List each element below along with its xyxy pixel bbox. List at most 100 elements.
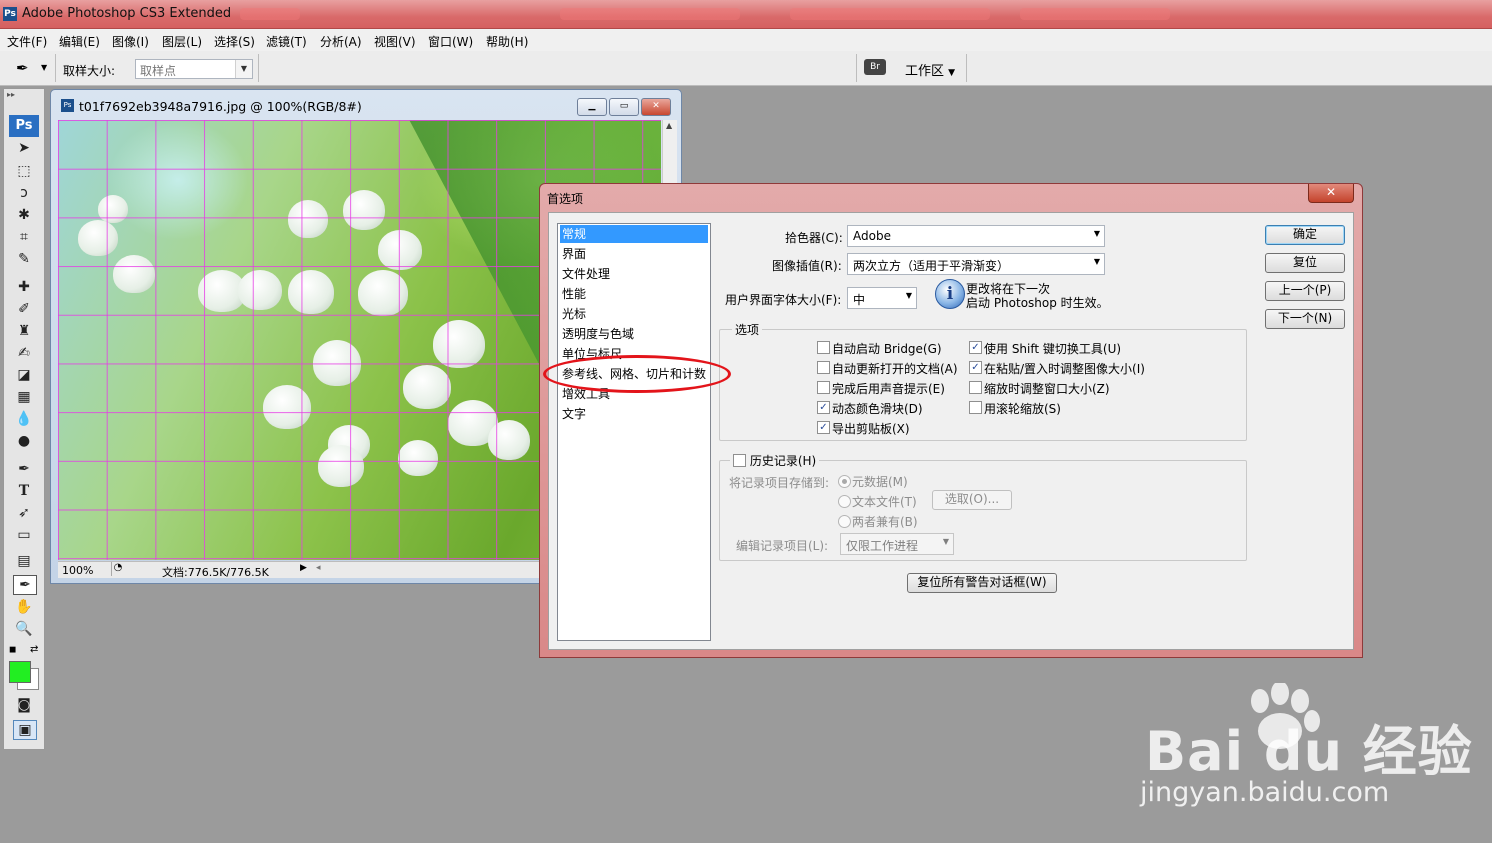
ui-font-note-line2: 启动 Photoshop 时生效。	[966, 296, 1109, 310]
auto-update-docs-checkbox[interactable]	[817, 361, 830, 374]
history-brush-tool-icon[interactable]: ✍	[13, 344, 35, 362]
slice-tool-icon[interactable]: ✎	[13, 250, 35, 268]
sample-size-select[interactable]: 取样点 ▼	[135, 59, 253, 79]
category-interface[interactable]: 界面	[560, 245, 708, 263]
dialog-close-button[interactable]: ✕	[1308, 184, 1354, 203]
foreground-color-swatch[interactable]	[9, 661, 31, 683]
brush-tool-icon[interactable]: ✐	[13, 300, 35, 318]
category-cursors[interactable]: 光标	[560, 305, 708, 323]
swap-colors-icon[interactable]: ⇄	[30, 644, 38, 655]
resize-on-paste-checkbox[interactable]: ✓	[969, 361, 982, 374]
blurred-taskbar-item	[1020, 8, 1170, 20]
pen-tool-icon[interactable]: ✒	[13, 460, 35, 478]
tool-preset-chevron-down-icon[interactable]: ▼	[41, 63, 47, 72]
healing-brush-tool-icon[interactable]: ✚	[13, 278, 35, 296]
auto-launch-bridge-checkbox[interactable]	[817, 341, 830, 354]
blur-tool-icon[interactable]: 💧	[13, 410, 35, 428]
clone-stamp-tool-icon[interactable]: ♜	[13, 322, 35, 340]
status-popup-icon[interactable]: ◔	[111, 562, 124, 576]
export-clipboard-checkbox[interactable]: ✓	[817, 421, 830, 434]
ok-button[interactable]: 确定	[1265, 225, 1345, 245]
dynamic-color-sliders-checkbox[interactable]: ✓	[817, 401, 830, 414]
eyedropper-tool-icon[interactable]: ✒	[13, 575, 37, 595]
metadata-radio[interactable]	[838, 475, 851, 488]
category-type[interactable]: 文字	[560, 405, 708, 423]
color-picker-select[interactable]: Adobe ▼	[847, 225, 1105, 247]
status-menu-arrow-icon[interactable]: ▶	[300, 563, 307, 573]
zoom-resizes-windows-checkbox[interactable]	[969, 381, 982, 394]
watermark-brand: Bai du 经验	[1145, 720, 1473, 783]
category-file-handling[interactable]: 文件处理	[560, 265, 708, 283]
menu-image[interactable]: 图像(I)	[112, 33, 149, 50]
category-transparency[interactable]: 透明度与色域	[560, 325, 708, 343]
shape-tool-icon[interactable]: ▭	[13, 526, 35, 544]
gradient-tool-icon[interactable]: ▦	[13, 388, 35, 406]
marquee-tool-icon[interactable]: ⬚	[13, 162, 35, 180]
beep-when-done-label: 完成后用声音提示(E)	[832, 382, 945, 396]
ui-font-size-value: 中	[853, 293, 866, 307]
path-selection-tool-icon[interactable]: ➶	[13, 504, 35, 522]
menu-select[interactable]: 选择(S)	[214, 33, 255, 50]
edit-log-items-select[interactable]: 仅限工作进程 ▼	[840, 533, 954, 555]
menu-edit[interactable]: 编辑(E)	[59, 33, 100, 50]
ps-file-icon: Ps	[61, 99, 74, 112]
type-tool-icon[interactable]: T	[13, 482, 35, 500]
notes-tool-icon[interactable]: ▤	[13, 552, 35, 570]
separator	[55, 54, 56, 82]
category-general[interactable]: 常规	[560, 225, 708, 243]
ui-font-size-select[interactable]: 中 ▼	[847, 287, 917, 309]
interpolation-select[interactable]: 两次立方（适用于平滑渐变） ▼	[847, 253, 1105, 275]
collapse-chevron-icon[interactable]: ▸▸	[7, 90, 15, 99]
crop-tool-icon[interactable]: ⌗	[13, 228, 35, 246]
chevron-down-icon: ▼	[1093, 229, 1100, 238]
chevron-down-icon: ▼	[235, 60, 252, 78]
maximize-button[interactable]: ▭	[609, 98, 639, 116]
zoom-tool-icon[interactable]: 🔍	[13, 620, 35, 638]
highlight-annotation	[543, 355, 731, 393]
dialog-body: 常规 界面 文件处理 性能 光标 透明度与色域 单位与标尺 参考线、网格、切片和…	[548, 212, 1354, 650]
magic-wand-tool-icon[interactable]: ✱	[13, 206, 35, 224]
photoshop-logo-icon[interactable]: Ps	[9, 115, 39, 137]
document-title: t01f7692eb3948a7916.jpg @ 100%(RGB/8#)	[79, 99, 362, 114]
reset-button[interactable]: 复位	[1265, 253, 1345, 273]
zoom-with-scroll-wheel-checkbox[interactable]	[969, 401, 982, 414]
scroll-up-icon[interactable]: ▲	[666, 121, 672, 130]
menu-file[interactable]: 文件(F)	[7, 33, 47, 50]
both-radio[interactable]	[838, 515, 851, 528]
menu-window[interactable]: 窗口(W)	[428, 33, 473, 50]
blurred-taskbar-item	[560, 8, 740, 20]
move-tool-icon[interactable]: ➤	[13, 139, 35, 157]
category-performance[interactable]: 性能	[560, 285, 708, 303]
default-colors-icon[interactable]: ◼	[9, 645, 16, 655]
screen-mode-icon[interactable]: ▣	[13, 720, 37, 740]
zoom-level[interactable]: 100%	[62, 564, 93, 577]
menu-help[interactable]: 帮助(H)	[486, 33, 528, 50]
bridge-icon[interactable]: Br	[864, 59, 886, 75]
menu-view[interactable]: 视图(V)	[374, 33, 416, 50]
shift-switch-tool-checkbox[interactable]: ✓	[969, 341, 982, 354]
history-log-label: 历史记录(H)	[749, 454, 817, 468]
scroll-left-icon[interactable]: ◂	[316, 563, 321, 573]
beep-when-done-checkbox[interactable]	[817, 381, 830, 394]
eyedropper-icon[interactable]: ✒	[16, 59, 29, 77]
info-icon: i	[935, 279, 965, 309]
history-log-checkbox[interactable]	[733, 454, 746, 467]
minimize-button[interactable]: ▁	[577, 98, 607, 116]
choose-file-button[interactable]: 选取(O)...	[932, 490, 1012, 510]
previous-button[interactable]: 上一个(P)	[1265, 281, 1345, 301]
reset-all-warnings-button[interactable]: 复位所有警告对话框(W)	[907, 573, 1057, 593]
text-file-radio[interactable]	[838, 495, 851, 508]
menu-layer[interactable]: 图层(L)	[162, 33, 202, 50]
lasso-tool-icon[interactable]: ↄ	[13, 184, 35, 202]
quick-mask-icon[interactable]: ◙	[13, 696, 35, 714]
next-button[interactable]: 下一个(N)	[1265, 309, 1345, 329]
dodge-tool-icon[interactable]: ●	[13, 432, 35, 450]
workspace-button[interactable]: 工作区 ▼	[905, 60, 955, 79]
document-info: 文档:776.5K/776.5K	[162, 566, 269, 579]
hand-tool-icon[interactable]: ✋	[13, 598, 35, 616]
eraser-tool-icon[interactable]: ◪	[13, 366, 35, 384]
menu-filter[interactable]: 滤镜(T)	[266, 33, 307, 50]
edit-log-items-value: 仅限工作进程	[846, 539, 919, 553]
close-button[interactable]: ✕	[641, 98, 671, 116]
menu-analysis[interactable]: 分析(A)	[320, 33, 362, 50]
